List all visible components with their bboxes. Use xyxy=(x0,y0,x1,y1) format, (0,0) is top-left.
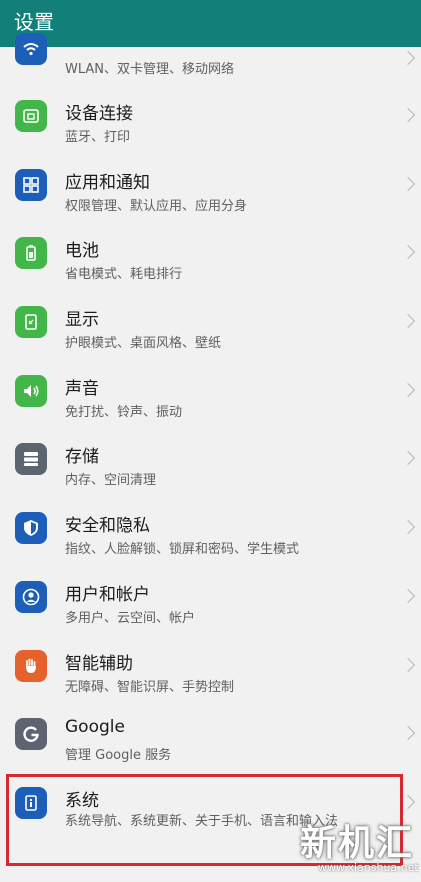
wifi-icon xyxy=(15,33,47,65)
chevron-right-icon xyxy=(400,107,416,123)
settings-item-title: 系统 xyxy=(65,790,99,811)
settings-item-title: 显示 xyxy=(65,310,99,331)
battery-icon xyxy=(15,237,47,270)
settings-item-title: 设备连接 xyxy=(65,104,133,124)
google-icon xyxy=(15,718,47,751)
chevron-right-icon xyxy=(400,520,416,535)
settings-item-title: 存储 xyxy=(65,447,99,468)
chevron-right-icon xyxy=(400,245,416,260)
watermark-url: www.xianshua.net xyxy=(318,861,419,874)
user-icon xyxy=(15,580,47,613)
chevron-right-icon xyxy=(400,451,416,466)
settings-item-title: 用户和帐户 xyxy=(65,584,150,605)
chevron-right-icon xyxy=(400,50,416,66)
settings-item-sound[interactable]: 声音 免打扰、铃声、振动 xyxy=(0,360,421,429)
settings-item-title: Google xyxy=(65,717,125,738)
system-icon xyxy=(15,786,47,819)
device-connect-icon xyxy=(15,100,47,132)
chevron-right-icon xyxy=(400,794,416,809)
chevron-right-icon xyxy=(400,588,416,603)
page-title: 设置 xyxy=(14,10,54,34)
chevron-right-icon xyxy=(400,382,416,397)
settings-item-subtitle: 蓝牙、打印 xyxy=(65,130,131,145)
chevron-right-icon xyxy=(400,313,416,329)
settings-item-subtitle: 无障碍、智能识屏、手势控制 xyxy=(65,679,235,695)
speaker-icon xyxy=(15,374,47,407)
settings-item-smart-assist[interactable]: 智能辅助 无障碍、智能识屏、手势控制 xyxy=(0,635,421,704)
app-bar: 设置 xyxy=(0,0,421,47)
settings-item-title: 智能辅助 xyxy=(65,653,133,674)
apps-grid-icon xyxy=(15,168,47,201)
settings-item-title: 电池 xyxy=(65,241,99,262)
settings-item-google[interactable]: Google 管理 Google 服务 xyxy=(0,703,421,772)
watermark-logo: 新机汇 xyxy=(300,823,415,864)
settings-item-security[interactable]: 安全和隐私 指纹、人脸解锁、锁屏和密码、学生模式 xyxy=(0,497,421,566)
settings-item-title: 声音 xyxy=(65,378,99,399)
settings-item-title: 安全和隐私 xyxy=(65,516,150,537)
settings-item-subtitle: WLAN、双卡管理、移动网络 xyxy=(65,62,235,77)
hand-icon xyxy=(15,649,47,682)
settings-item-network[interactable]: WLAN、双卡管理、移动网络 xyxy=(0,33,421,85)
settings-item-device-connection[interactable]: 设备连接 蓝牙、打印 xyxy=(0,85,421,154)
settings-item-display[interactable]: 显示 护眼模式、桌面风格、壁纸 xyxy=(0,291,421,360)
settings-item-subtitle: 指纹、人脸解锁、锁屏和密码、学生模式 xyxy=(65,542,300,558)
shield-icon xyxy=(15,512,47,545)
chevron-right-icon xyxy=(400,176,416,191)
storage-icon xyxy=(15,443,47,476)
settings-item-battery[interactable]: 电池 省电模式、耗电排行 xyxy=(0,222,421,291)
settings-item-subtitle: 多用户、云空间、帐户 xyxy=(65,610,196,626)
settings-item-storage[interactable]: 存储 内存、空间清理 xyxy=(0,428,421,497)
settings-item-subtitle: 管理 Google 服务 xyxy=(65,748,172,764)
settings-item-subtitle: 护眼模式、桌面风格、壁纸 xyxy=(65,336,222,352)
settings-list: WLAN、双卡管理、移动网络 设备连接 蓝牙、打印 应用和通知 权限管理、默认应… xyxy=(0,33,421,882)
settings-item-subtitle: 权限管理、默认应用、应用分身 xyxy=(65,198,248,214)
settings-item-users[interactable]: 用户和帐户 多用户、云空间、帐户 xyxy=(0,566,421,635)
chevron-right-icon xyxy=(400,726,416,741)
settings-item-subtitle: 免打扰、铃声、振动 xyxy=(65,404,183,420)
settings-item-subtitle: 省电模式、耗电排行 xyxy=(65,267,183,283)
settings-item-apps[interactable]: 应用和通知 权限管理、默认应用、应用分身 xyxy=(0,154,421,223)
settings-item-title: 应用和通知 xyxy=(65,172,150,193)
settings-item-subtitle: 内存、空间清理 xyxy=(65,473,157,489)
chevron-right-icon xyxy=(400,657,416,672)
display-icon xyxy=(15,306,47,339)
